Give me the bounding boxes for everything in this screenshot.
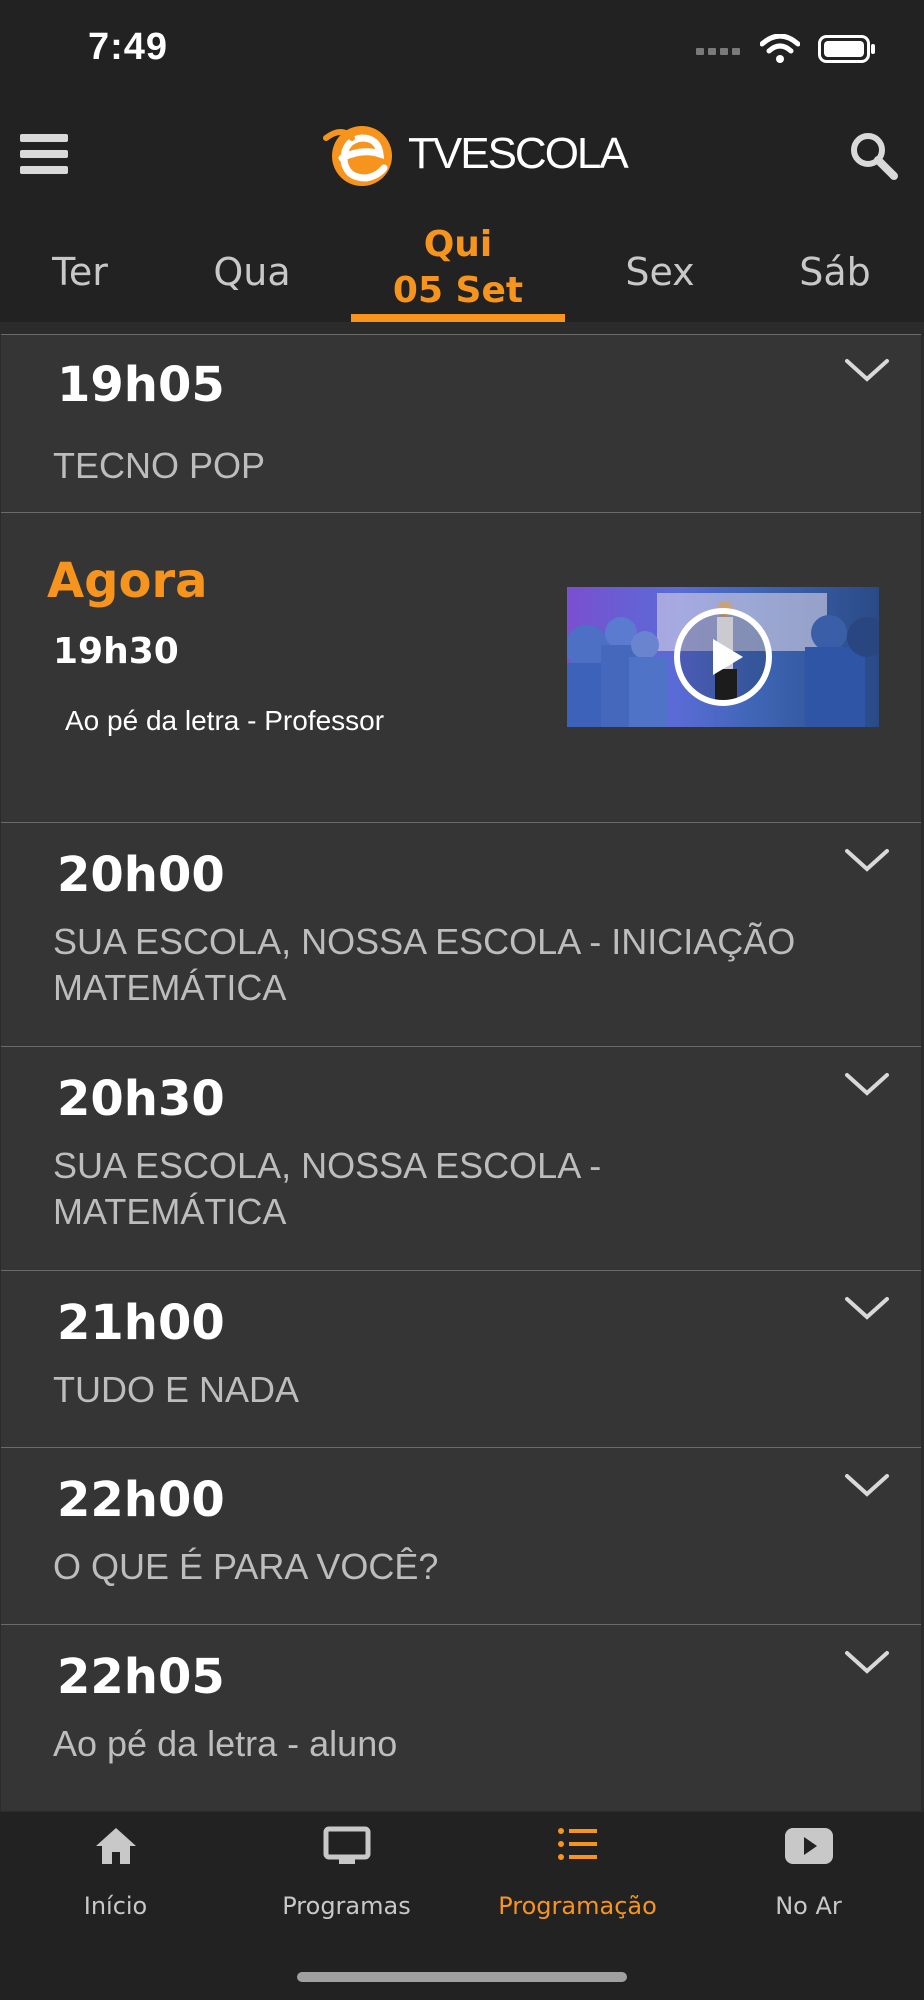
day-date: 05 Set bbox=[392, 270, 524, 311]
logo-text: TVESCOLA bbox=[408, 129, 629, 178]
app-header: TVESCOLA bbox=[0, 100, 924, 220]
program-time: 19h05 bbox=[57, 357, 225, 413]
day-label: Ter bbox=[52, 250, 108, 294]
home-indicator[interactable] bbox=[297, 1972, 627, 1982]
list-icon bbox=[557, 1828, 597, 1860]
program-title: TECNO POP bbox=[53, 445, 266, 486]
active-day-indicator bbox=[351, 314, 565, 322]
status-icons bbox=[696, 34, 876, 64]
signal-icon bbox=[696, 48, 740, 55]
chevron-down-icon[interactable] bbox=[843, 1470, 891, 1500]
schedule-item[interactable]: 22h05 Ao pé da letra - aluno bbox=[1, 1624, 921, 1811]
tab-no-ar[interactable]: No Ar bbox=[693, 1812, 924, 1942]
wifi-icon bbox=[760, 34, 800, 63]
schedule-list[interactable]: 19h05 TECNO POP Agora 19h30 Ao pé da let… bbox=[0, 322, 924, 1812]
schedule-item[interactable]: 20h30 SUA ESCOLA, NOSSA ESCOLA - MATEMÁT… bbox=[1, 1046, 921, 1270]
status-bar: 7:49 bbox=[0, 0, 924, 100]
battery-icon bbox=[818, 35, 875, 63]
tab-programacao[interactable]: Programação bbox=[462, 1812, 693, 1942]
program-time: 21h00 bbox=[57, 1295, 225, 1351]
tab-programas[interactable]: Programas bbox=[231, 1812, 462, 1942]
tab-inicio[interactable]: Início bbox=[0, 1812, 231, 1942]
live-thumbnail[interactable] bbox=[567, 587, 879, 727]
day-label: Sex bbox=[625, 250, 695, 294]
day-selector: Ter Qua Qui 05 Set Sex Sáb bbox=[0, 220, 924, 322]
tab-day-qua[interactable]: Qua bbox=[192, 220, 312, 322]
now-playing-item[interactable]: Agora 19h30 Ao pé da letra - Professor bbox=[1, 512, 921, 822]
program-title: O QUE É PARA VOCÊ? bbox=[53, 1546, 439, 1587]
chevron-down-icon[interactable] bbox=[843, 1647, 891, 1677]
program-time: 20h00 bbox=[57, 847, 225, 903]
tab-day-qui[interactable]: Qui 05 Set bbox=[351, 220, 565, 322]
day-label: Sáb bbox=[799, 250, 871, 294]
tab-label: Programas bbox=[282, 1892, 411, 1920]
tab-day-sex[interactable]: Sex bbox=[600, 220, 720, 322]
schedule-item[interactable]: 20h00 SUA ESCOLA, NOSSA ESCOLA - INICIAÇ… bbox=[1, 822, 921, 1046]
tab-day-sab[interactable]: Sáb bbox=[775, 220, 895, 322]
schedule-item[interactable]: 19h05 TECNO POP bbox=[1, 334, 921, 512]
program-time: 22h00 bbox=[57, 1472, 225, 1528]
tab-day-ter[interactable]: Ter bbox=[20, 220, 140, 322]
day-label: Qua bbox=[213, 250, 291, 294]
day-label: Qui bbox=[423, 224, 493, 265]
status-time: 7:49 bbox=[88, 26, 169, 68]
chevron-down-icon[interactable] bbox=[843, 845, 891, 875]
menu-icon[interactable] bbox=[20, 134, 68, 178]
tv-escola-logo: TVESCOLA bbox=[322, 118, 629, 190]
now-time: 19h30 bbox=[53, 631, 179, 672]
home-icon bbox=[95, 1828, 136, 1864]
chevron-down-icon[interactable] bbox=[843, 1069, 891, 1099]
now-label: Agora bbox=[47, 553, 208, 609]
program-time: 20h30 bbox=[57, 1071, 225, 1127]
schedule-item[interactable]: 21h00 TUDO E NADA bbox=[1, 1270, 921, 1447]
program-title: SUA ESCOLA, NOSSA ESCOLA - MATEMÁTICA bbox=[53, 1145, 602, 1232]
schedule-item[interactable]: 22h00 O QUE É PARA VOCÊ? bbox=[1, 1447, 921, 1624]
program-title: SUA ESCOLA, NOSSA ESCOLA - INICIAÇÃO MAT… bbox=[53, 921, 796, 1008]
tab-label: Início bbox=[83, 1892, 148, 1920]
program-title: TUDO E NADA bbox=[53, 1369, 300, 1410]
program-title: Ao pé da letra - aluno bbox=[53, 1723, 398, 1764]
bottom-tab-bar: Início Programas Programação No Ar bbox=[0, 1812, 924, 2000]
now-title: Ao pé da letra - Professor bbox=[65, 705, 385, 736]
tab-label: No Ar bbox=[775, 1892, 842, 1920]
tab-label: Programação bbox=[498, 1892, 657, 1920]
search-icon[interactable] bbox=[848, 130, 898, 180]
logo-e-icon bbox=[323, 126, 392, 186]
play-icon[interactable] bbox=[671, 605, 775, 709]
chevron-down-icon[interactable] bbox=[843, 1293, 891, 1323]
tv-icon bbox=[323, 1826, 370, 1864]
chevron-down-icon[interactable] bbox=[843, 355, 891, 385]
play-icon bbox=[784, 1828, 833, 1864]
program-time: 22h05 bbox=[57, 1649, 225, 1705]
